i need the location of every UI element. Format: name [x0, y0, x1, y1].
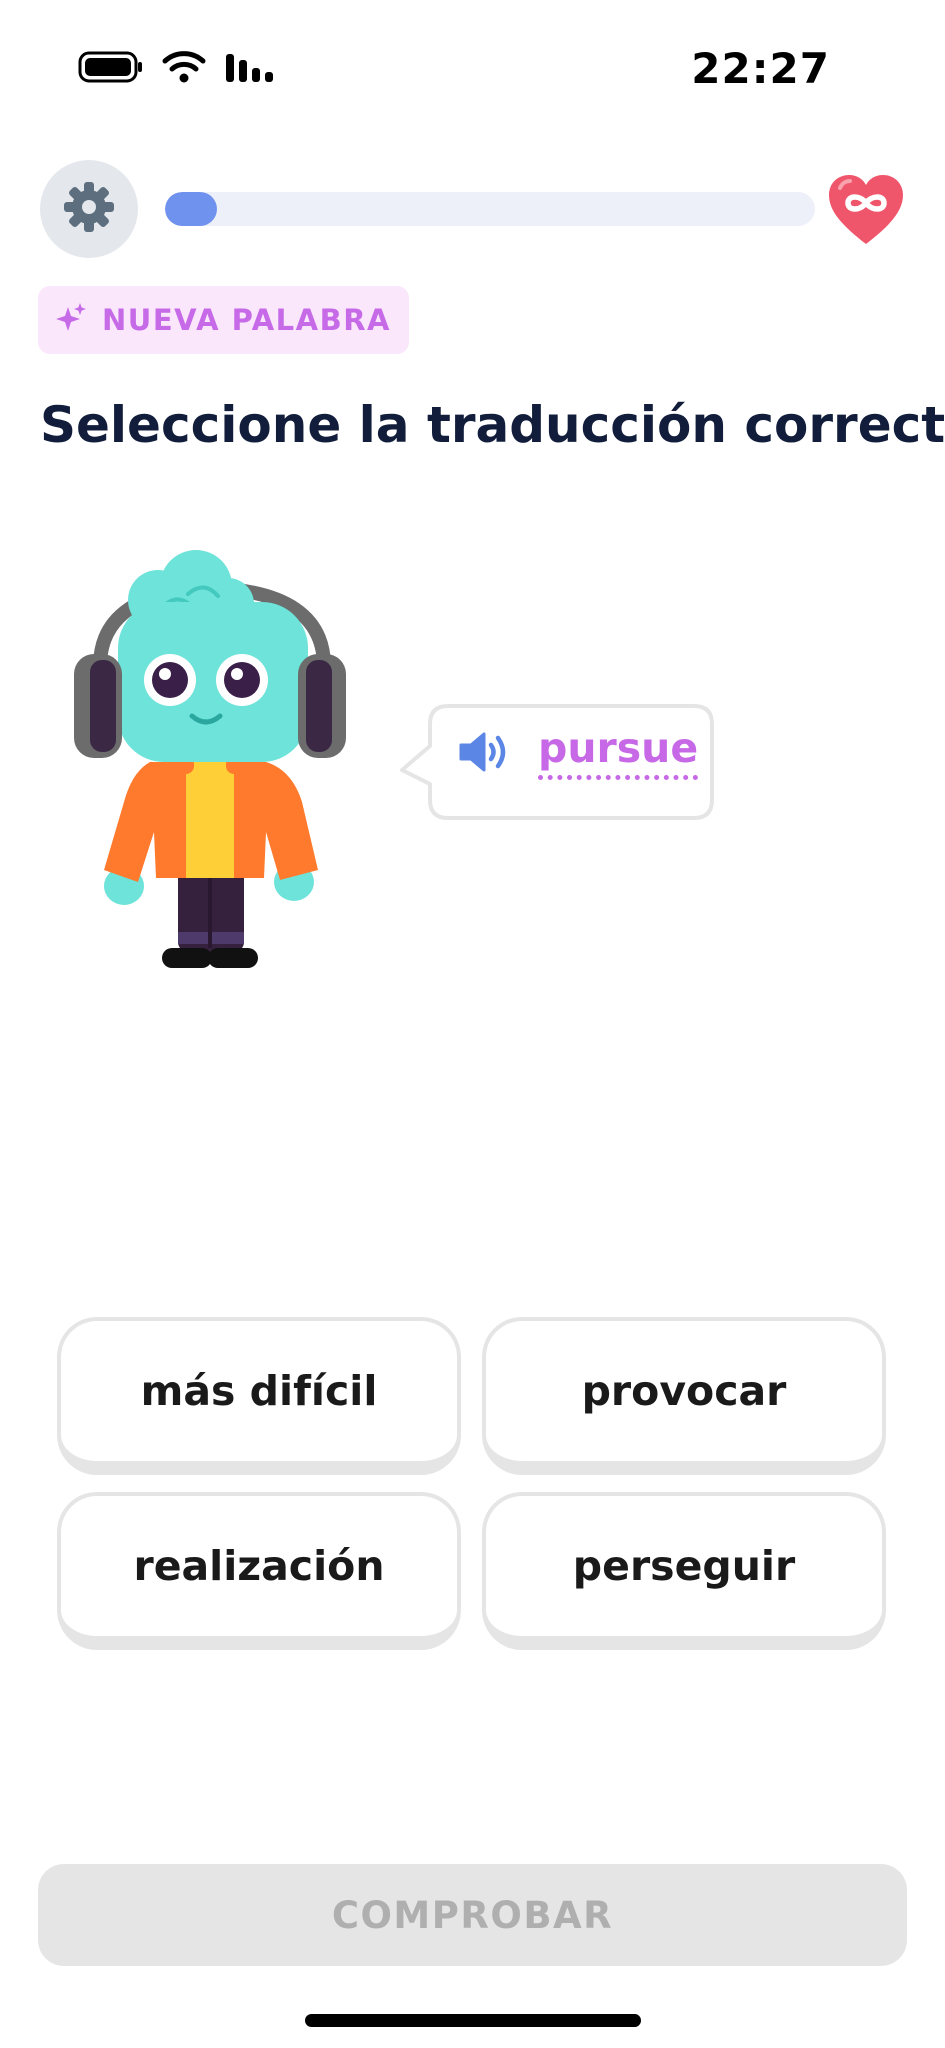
new-word-badge: NUEVA PALABRA: [38, 286, 409, 354]
answer-option[interactable]: provocar: [482, 1317, 886, 1475]
target-word[interactable]: pursue: [538, 728, 699, 780]
speech-bubble-content: pursue: [458, 728, 699, 780]
exercise-prompt: Seleccione la traducción correcta: [40, 396, 945, 454]
answer-option[interactable]: realización: [57, 1492, 461, 1650]
status-time: 22:27: [691, 44, 830, 93]
speech-bubble[interactable]: pursue: [398, 700, 718, 824]
sparkle-icon: [54, 301, 88, 339]
home-indicator[interactable]: [305, 2014, 641, 2027]
badge-label: NUEVA PALABRA: [102, 303, 391, 337]
answer-option-label: perseguir: [572, 1542, 796, 1590]
speaker-icon[interactable]: [458, 730, 512, 778]
answer-option-label: provocar: [581, 1367, 787, 1415]
answer-option-label: realización: [133, 1542, 385, 1590]
hearts-indicator[interactable]: [826, 172, 906, 248]
answer-option-label: más difícil: [140, 1367, 378, 1415]
character-illustration: [66, 548, 356, 978]
lesson-progress-bar: [165, 192, 815, 226]
status-icons: [78, 50, 276, 88]
lesson-header: [0, 160, 945, 260]
answer-option[interactable]: perseguir: [482, 1492, 886, 1650]
cellular-signal-icon: [224, 50, 276, 88]
settings-button[interactable]: [40, 160, 138, 258]
check-button[interactable]: COMPROBAR: [38, 1864, 907, 1966]
battery-icon: [78, 50, 144, 88]
lesson-progress-fill: [165, 192, 217, 226]
check-button-label: COMPROBAR: [331, 1893, 614, 1937]
status-bar: 22:27: [0, 0, 945, 140]
heart-infinity-icon: [826, 175, 906, 252]
answer-option[interactable]: más difícil: [57, 1317, 461, 1475]
gear-icon: [61, 179, 117, 239]
wifi-icon: [162, 50, 206, 88]
